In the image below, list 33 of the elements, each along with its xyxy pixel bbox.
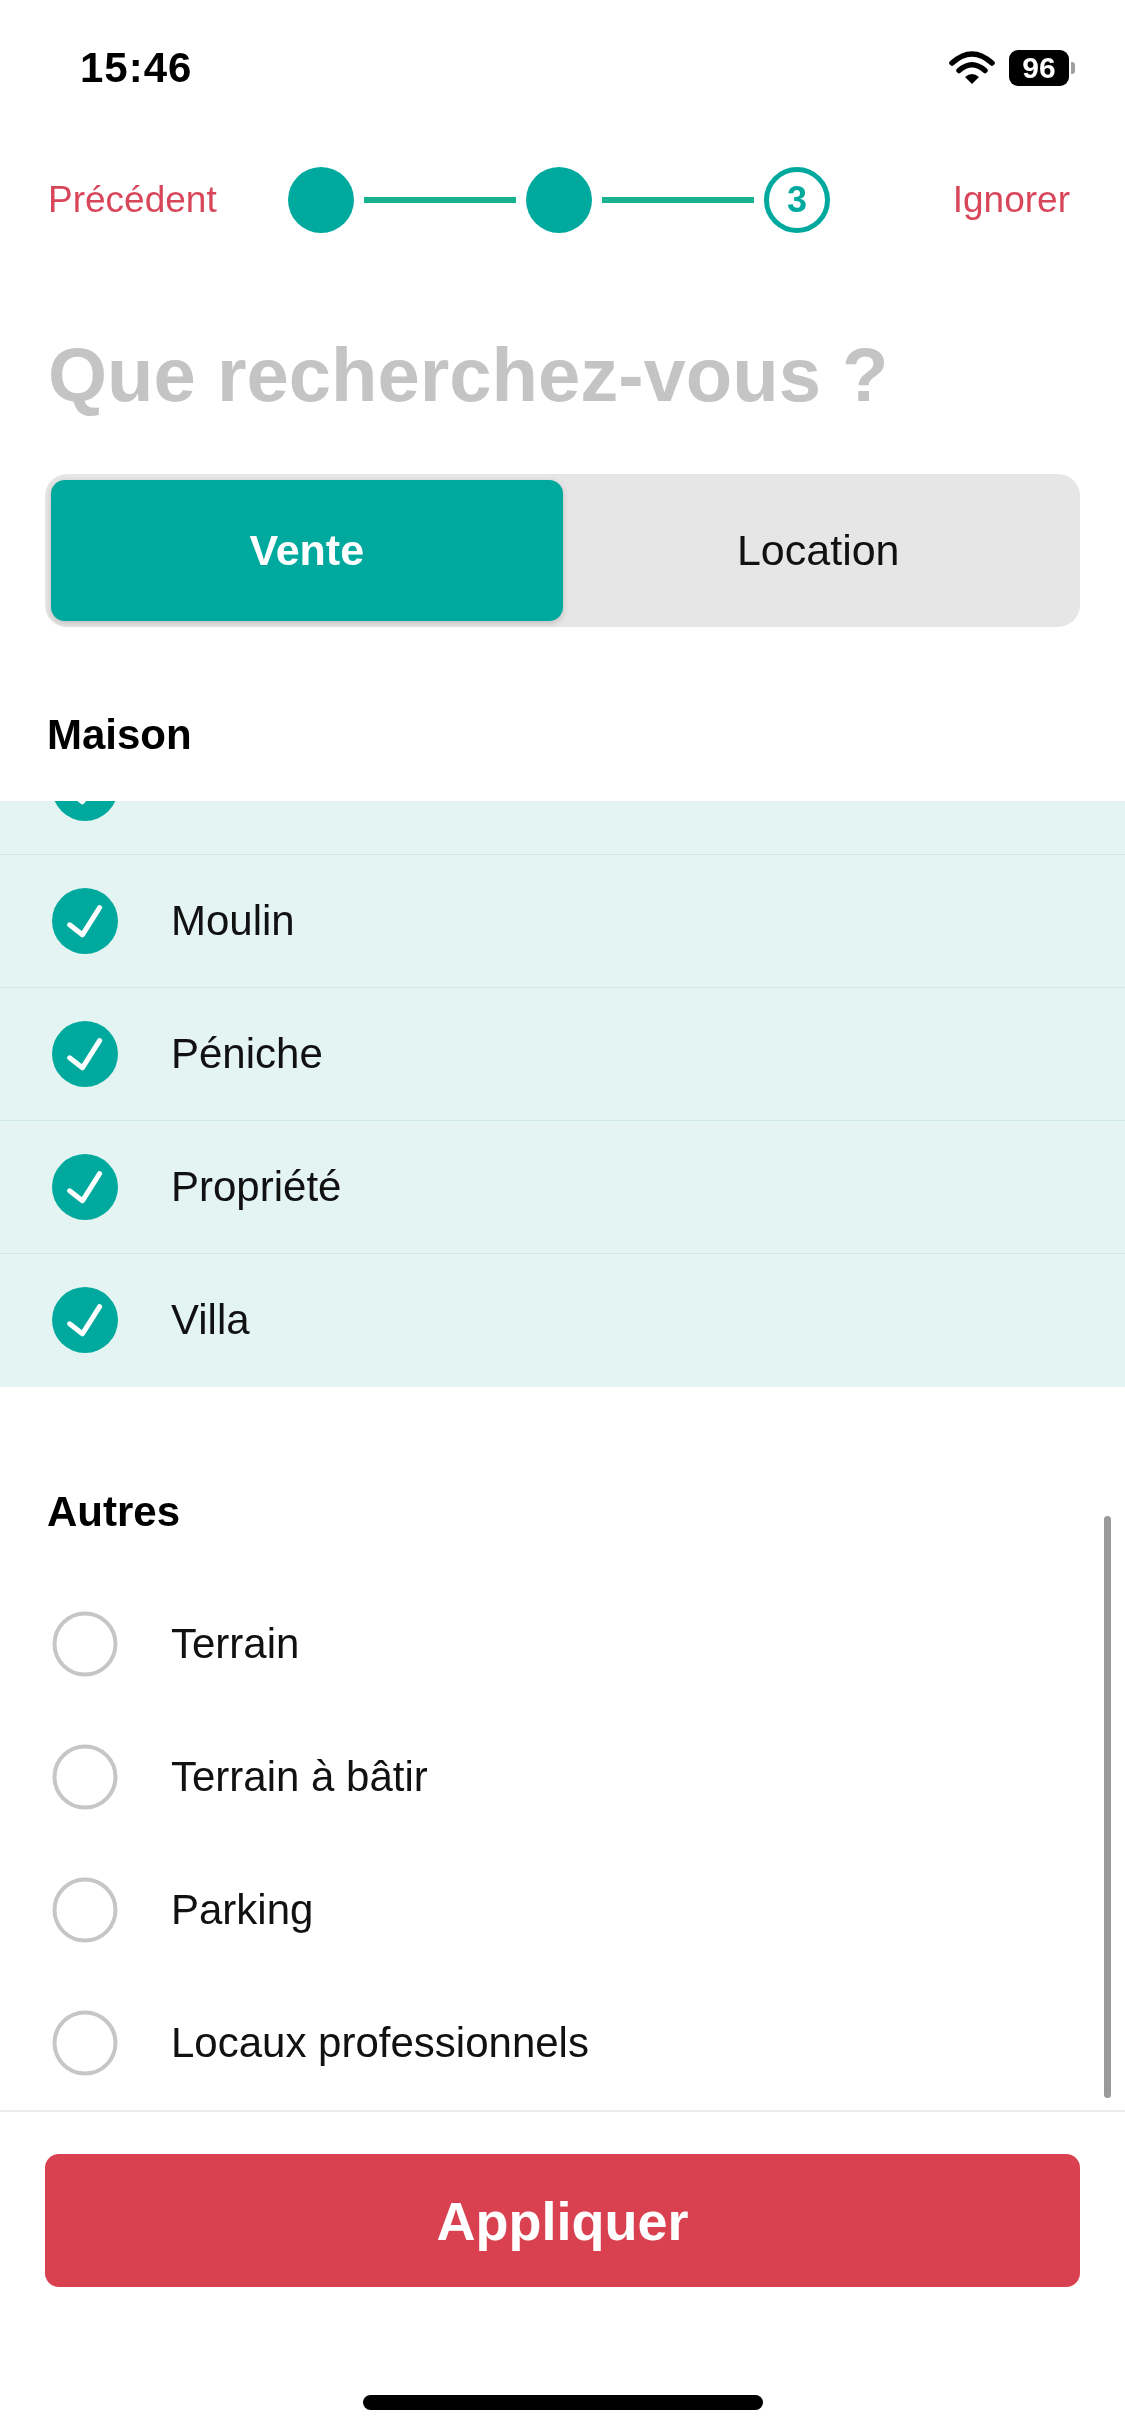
option-label: Villa [171, 1296, 250, 1344]
checkbox[interactable] [52, 1154, 118, 1220]
checkbox[interactable] [52, 2010, 118, 2076]
status-time: 15:46 [80, 44, 193, 92]
checkbox[interactable] [52, 1877, 118, 1943]
page-title: Que recherchez-vous ? [47, 331, 890, 419]
wifi-icon [949, 51, 995, 85]
section-title: Maison [46, 710, 193, 760]
checkbox[interactable] [52, 801, 118, 821]
option-row[interactable]: Propriété [0, 1121, 1125, 1254]
apply-button[interactable]: Appliquer [45, 2154, 1080, 2287]
option-label: Terrain à bâtir [171, 1753, 428, 1801]
checkbox[interactable] [52, 1021, 118, 1087]
segment-tab[interactable]: Location [562, 480, 1074, 621]
section-title: Autres [46, 1487, 182, 1537]
checkbox[interactable] [52, 1611, 118, 1677]
checkbox[interactable] [52, 1287, 118, 1353]
battery-level: 96 [1009, 50, 1069, 86]
option-label: Propriété [171, 1163, 342, 1211]
back-link[interactable]: Précédent [48, 179, 217, 221]
option-label: Moulin [171, 897, 295, 945]
option-row[interactable]: Moulin [0, 855, 1125, 988]
option-row[interactable]: Villa [0, 1254, 1125, 1387]
step-indicator: 3 [764, 167, 830, 233]
option-row[interactable]: Péniche [0, 988, 1125, 1121]
option-label: Parking [171, 1886, 314, 1934]
option-label: Péniche [171, 1030, 323, 1078]
battery-tip-icon [1071, 62, 1075, 74]
skip-link[interactable]: Ignorer [952, 179, 1070, 221]
checkbox[interactable] [52, 1744, 118, 1810]
checkbox[interactable] [52, 888, 118, 954]
option-label: Locaux professionnels [171, 2019, 589, 2067]
option-label: Terrain [171, 1620, 300, 1668]
